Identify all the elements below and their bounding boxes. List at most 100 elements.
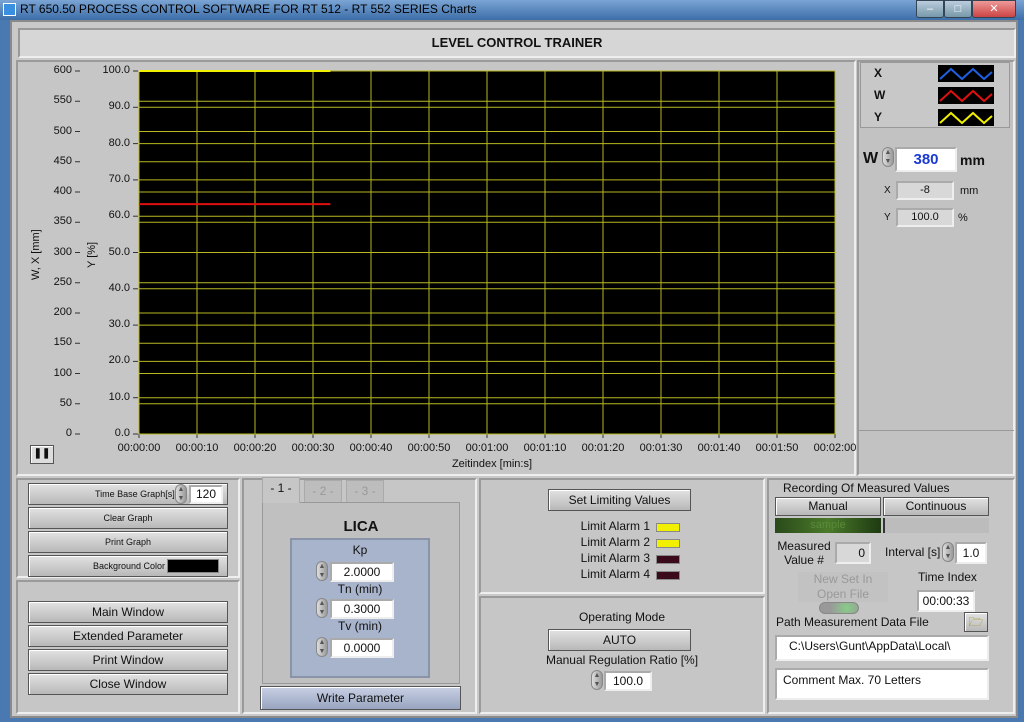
y-left-tick-label: 400: [53, 185, 72, 197]
operating-mode-label: Operating Mode: [578, 610, 666, 624]
y-left-tick-label: 250: [53, 275, 72, 288]
tab-3[interactable]: - 3 -: [346, 480, 384, 502]
extended-parameter-button[interactable]: Extended Parameter: [28, 625, 228, 647]
y-right-tick-label: 100.0: [102, 64, 130, 76]
interval-spinner[interactable]: ▲ ▼: [942, 542, 954, 562]
new-set-toggle[interactable]: [819, 602, 859, 614]
x-tick-label: 00:01:50: [755, 442, 799, 454]
legend-label: W: [874, 88, 886, 102]
continuous-button[interactable]: Continuous: [883, 497, 989, 516]
time-base-control: Time Base Graph[s] ▲ ▼ 120: [28, 483, 228, 505]
y-right-tick-label: 0.0: [114, 427, 130, 439]
x-tick-label: 00:01:30: [639, 442, 683, 454]
tab-1[interactable]: - 1 -: [262, 477, 300, 503]
time-index-label: Time Index: [918, 570, 977, 584]
background-color-control: Background Color: [28, 555, 228, 577]
tv-input[interactable]: 0.0000: [330, 638, 394, 658]
y-right-tick-label: 10.0: [108, 390, 130, 403]
time-base-input[interactable]: 120: [189, 485, 223, 504]
y-left-tick-label: 550: [53, 94, 72, 107]
write-parameter-button[interactable]: Write Parameter: [260, 686, 461, 710]
y-right-tick-label: 70.0: [108, 172, 130, 185]
x-tick-label: 00:00:30: [291, 442, 335, 454]
y-right-tick-label: 40.0: [108, 281, 130, 294]
limit-alarm-led: [656, 571, 680, 580]
x-tick-label: 00:00:00: [117, 442, 161, 454]
folder-browse-button[interactable]: 🗁: [964, 612, 988, 632]
x-tick-label: 00:00:20: [233, 442, 277, 454]
path-label: Path Measurement Data File: [776, 615, 929, 629]
y-right-tick-label: 90.0: [108, 100, 130, 113]
y-left-tick-label: 300: [53, 245, 72, 258]
main-window-button[interactable]: Main Window: [28, 601, 228, 623]
w-unit: mm: [960, 152, 985, 168]
x-unit: mm: [960, 185, 979, 197]
pause-button[interactable]: ❚❚: [30, 445, 54, 464]
limit-alarm-label: Limit Alarm 4: [580, 567, 650, 581]
clear-graph-button[interactable]: Clear Graph: [28, 507, 228, 529]
x-tick-label: 00:01:20: [581, 442, 625, 454]
x-tick-label: 00:01:00: [465, 442, 509, 454]
x-tick-label: 00:00:50: [407, 442, 451, 454]
background-color-label: Background Color: [93, 561, 166, 571]
background-color-swatch[interactable]: [167, 559, 219, 573]
print-graph-button[interactable]: Print Graph: [28, 531, 228, 553]
x-value: -8: [896, 181, 954, 200]
x-tick-label: 00:01:40: [697, 442, 741, 454]
print-window-button[interactable]: Print Window: [28, 649, 228, 671]
y-right-tick-label: 80.0: [108, 136, 130, 149]
comment-input[interactable]: Comment Max. 70 Letters: [775, 668, 989, 700]
time-index-value: 00:00:33: [917, 590, 975, 612]
y-value: 100.0: [896, 208, 954, 227]
y-right-tick-label: 60.0: [108, 209, 130, 222]
y-right-tick-label: 20.0: [108, 354, 130, 367]
limit-alarm-label: Limit Alarm 3: [580, 551, 650, 565]
tab-2[interactable]: - 2 -: [304, 480, 342, 502]
y-left-tick-label: 50: [59, 396, 72, 409]
y-left-tick-label: 500: [53, 124, 72, 137]
time-base-label: Time Base Graph[s]: [95, 489, 175, 499]
limit-alarm-label: Limit Alarm 2: [580, 535, 650, 549]
recording-progress: [883, 518, 989, 533]
kp-spinner[interactable]: ▲ ▼: [316, 561, 328, 581]
x-tick-label: 00:01:10: [523, 442, 567, 454]
w-spinner[interactable]: ▲ ▼: [882, 147, 894, 167]
legend-swatch-x: [938, 65, 994, 82]
manual-ratio-input[interactable]: 100.0: [604, 671, 652, 691]
tv-spinner[interactable]: ▲ ▼: [316, 637, 328, 657]
tn-input[interactable]: 0.3000: [330, 599, 394, 619]
tn-spinner[interactable]: ▲ ▼: [316, 598, 328, 618]
w-setpoint-input[interactable]: 380: [895, 147, 957, 172]
kp-label: Kp: [352, 543, 368, 557]
measured-value: 0: [835, 542, 871, 564]
tv-label: Tv (min): [338, 619, 382, 633]
kp-input[interactable]: 2.0000: [330, 562, 394, 582]
limit-alarm-label: Limit Alarm 1: [580, 519, 650, 533]
y-left-tick-label: 100: [53, 366, 72, 379]
interval-input[interactable]: 1.0: [955, 542, 987, 564]
manual-button[interactable]: Manual: [775, 497, 881, 516]
x-tick-label: 00:00:40: [349, 442, 393, 454]
y-unit: %: [958, 212, 968, 224]
divider: [858, 430, 1014, 431]
y-right-tick-label: 50.0: [108, 245, 130, 258]
legend-label: X: [874, 66, 883, 80]
legend-swatch-y: [938, 109, 994, 126]
path-input[interactable]: C:\Users\Gunt\AppData\Local\: [775, 635, 989, 661]
limit-alarm-led: [656, 555, 680, 564]
time-base-spinner[interactable]: ▲ ▼: [175, 484, 187, 504]
limit-alarm-led: [656, 539, 680, 548]
operating-mode-button[interactable]: AUTO: [548, 629, 691, 651]
ratio-spinner[interactable]: ▲ ▼: [591, 670, 603, 690]
folder-icon: 🗁: [968, 615, 984, 629]
plot-legend: XWY: [860, 62, 1010, 128]
sample-indicator: sample: [775, 518, 881, 533]
y-left-tick-label: 450: [53, 154, 72, 167]
y-label: Y: [884, 212, 891, 223]
close-window-button[interactable]: Close Window: [28, 673, 228, 695]
limit-alarm-led: [656, 523, 680, 532]
recording-title: Recording Of Measured Values: [783, 481, 950, 495]
pause-icon: ❚❚: [33, 448, 51, 459]
legend-label: Y: [874, 110, 883, 124]
set-limiting-values-button[interactable]: Set Limiting Values: [548, 489, 691, 511]
